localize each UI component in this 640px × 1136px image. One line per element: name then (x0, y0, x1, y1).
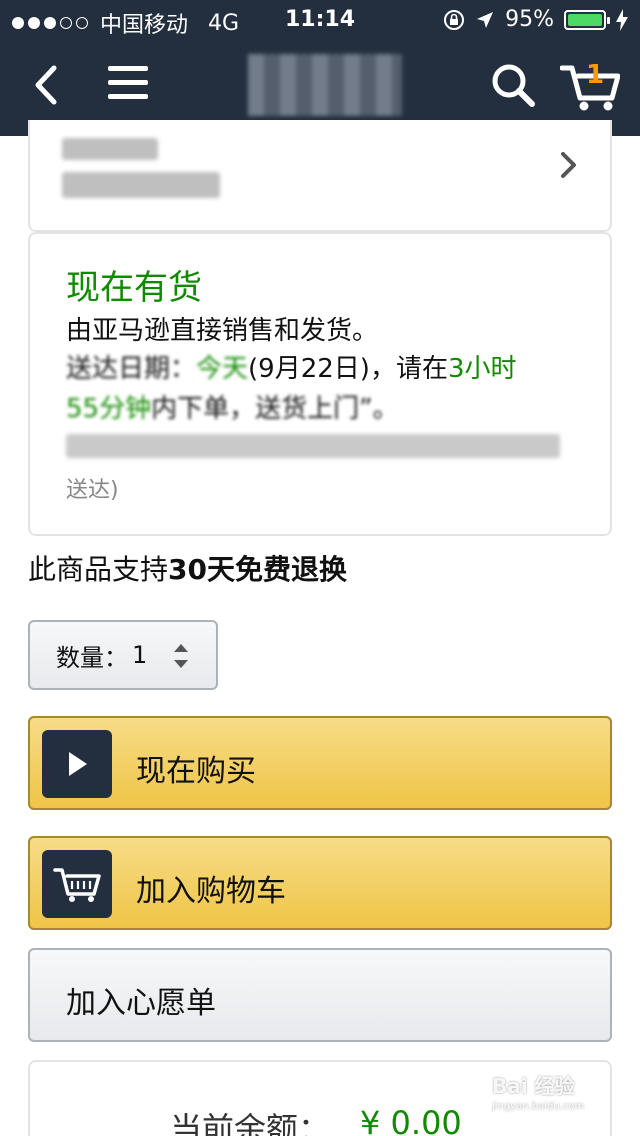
add-to-cart-label: 加入购物车 (136, 874, 286, 909)
delivery-line: 送达日期：今天(9月22日)，请在3小时 (66, 348, 517, 385)
battery-percent: 95% (505, 7, 554, 32)
availability-card: 现在有货 由亚马逊直接销售和发货。 送达日期：今天(9月22日)，请在3小时 5… (28, 232, 612, 536)
search-icon[interactable] (490, 62, 536, 108)
address-value-blurred (62, 172, 220, 198)
play-icon (42, 730, 112, 798)
address-label-blurred (62, 138, 158, 160)
status-right: 95% (443, 7, 628, 32)
status-bar: 中国移动 4G 11:14 95% (0, 0, 640, 40)
chevron-right-icon (561, 152, 576, 178)
delivery-prefix: 送达日期： (66, 354, 197, 384)
buy-now-label: 现在购买 (136, 754, 256, 789)
back-icon[interactable] (28, 62, 68, 108)
add-to-wishlist-button[interactable]: 加入心愿单 (28, 948, 612, 1042)
delivery-today: 今天 (196, 354, 249, 384)
add-to-wishlist-label: 加入心愿单 (66, 986, 216, 1021)
add-to-cart-button[interactable]: 加入购物车 (28, 836, 612, 930)
quantity-select[interactable]: 数量： 1 (28, 620, 218, 690)
buy-now-button[interactable]: 现在购买 (28, 716, 612, 810)
delivery-date: (9月22日)，请在 (248, 354, 448, 384)
balance-label: 当前余额： (170, 1110, 331, 1136)
seller-text: 由亚马逊直接销售和发货。 (66, 316, 379, 346)
top-bar: 中国移动 4G 11:14 95% 1 (0, 0, 640, 136)
delivery-suffix: 内下单，送货上门”。 (151, 394, 399, 424)
rotation-lock-icon (444, 9, 465, 30)
quantity-label: 数量： (56, 643, 128, 672)
balance-value: ¥ 0.00 (360, 1104, 462, 1136)
menu-icon[interactable] (108, 66, 148, 102)
watermark-sub: jingyan.baidu.com (492, 1101, 585, 1112)
cart-count-badge: 1 (586, 60, 605, 90)
delivery-note-blurred (66, 434, 560, 458)
return-prefix: 此商品支持 (28, 553, 169, 586)
delivery-minutes: 55分钟 (66, 394, 152, 424)
baidu-watermark: Bai 经验 jingyan.baidu.com (492, 1070, 610, 1126)
return-bold: 30天免费退换 (168, 553, 347, 586)
return-policy: 此商品支持30天免费退换 (28, 548, 347, 588)
location-icon (477, 11, 494, 28)
address-card[interactable] (28, 120, 612, 232)
delivery-hours: 3小时 (447, 354, 517, 384)
store-logo[interactable] (248, 54, 402, 116)
up-down-arrows-icon (174, 644, 188, 668)
watermark-text: Bai 经验 (492, 1074, 575, 1098)
in-stock-label: 现在有货 (66, 268, 202, 308)
battery-icon (564, 9, 610, 30)
charging-icon (616, 8, 628, 31)
delivery-line-2: 55分钟内下单，送货上门”。 (66, 388, 399, 425)
delivery-note-end: 送达) (66, 478, 119, 503)
quantity-value: 1 (132, 641, 148, 669)
cart-icon (42, 850, 112, 918)
